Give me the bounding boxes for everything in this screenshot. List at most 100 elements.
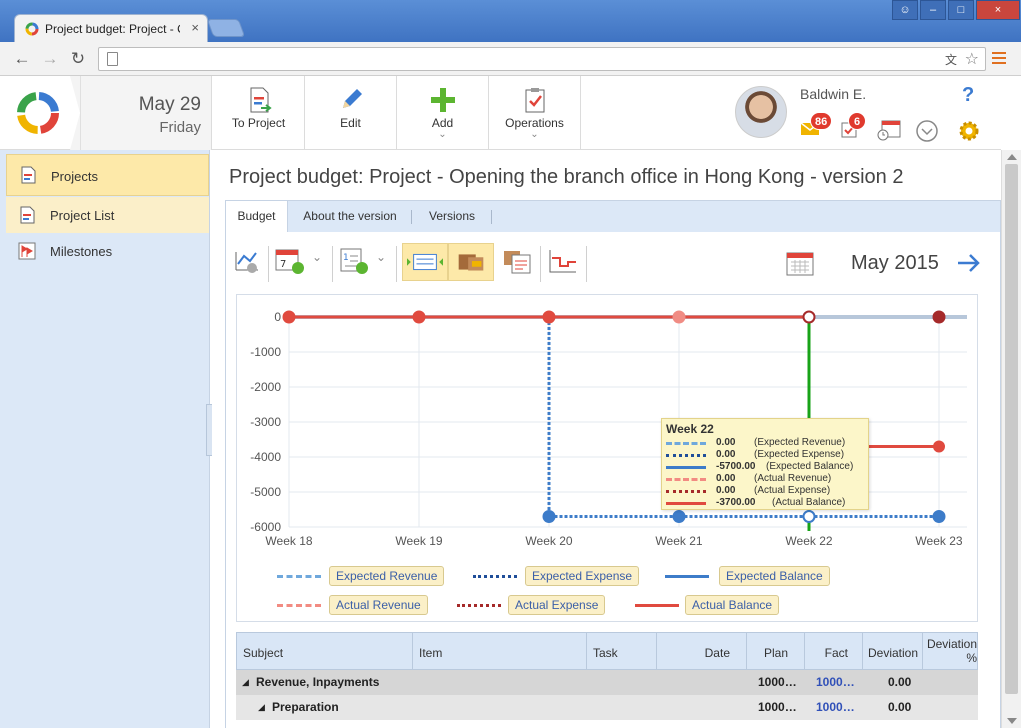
wallet-icon[interactable] [448, 243, 494, 281]
column-header-task[interactable]: Task [587, 633, 657, 671]
toolbar-divider [268, 246, 269, 282]
legend-swatch-actual-expense [457, 604, 501, 607]
address-bar[interactable]: 文 ☆ [98, 47, 986, 71]
add-button[interactable]: Add ⌄ [397, 76, 489, 150]
legend-swatch-actual-balance [635, 604, 679, 607]
table-row[interactable]: ◢ Preparation 1000… 1000… 0.00 [236, 695, 978, 720]
column-header-deviation-percent[interactable]: Deviation % [923, 633, 979, 671]
column-label: Plan [763, 646, 788, 660]
date-weekday: Friday [159, 119, 201, 136]
arrow-right-icon[interactable] [956, 252, 982, 274]
new-tab-button[interactable] [206, 19, 246, 37]
tab-budget[interactable]: Budget [226, 201, 288, 234]
page-scrollbar[interactable] [1001, 150, 1021, 728]
y-tick-label: -3000 [250, 415, 281, 429]
task-count-badge: 6 [848, 112, 866, 130]
calendar-clock-icon[interactable] [876, 119, 902, 141]
scroll-thumb[interactable] [1005, 164, 1018, 694]
tooltip-series: (Actual Expense) [754, 485, 831, 496]
legend-actual-expense[interactable]: Actual Expense [508, 595, 606, 615]
sidebar-item-projects[interactable]: Projects [6, 154, 209, 196]
row-plan: 1000… [758, 675, 797, 689]
column-header-subject[interactable]: Subject [237, 633, 413, 671]
chart-view-icon[interactable] [230, 246, 264, 276]
actual-expense-swatch [666, 490, 706, 493]
legend-swatch-actual-revenue [277, 604, 321, 607]
page-title: Project budget: Project - Opening the br… [229, 166, 904, 188]
close-tab-icon[interactable]: × [191, 20, 199, 35]
chevron-down-circle-icon[interactable] [915, 119, 939, 143]
tooltip-value: 0.00 [716, 449, 736, 460]
scroll-down-icon[interactable] [1007, 718, 1017, 724]
expand-triangle-icon[interactable]: ◢ [242, 677, 249, 688]
browser-tab[interactable]: Project budget: Project - Op × [14, 14, 208, 42]
chevron-down-icon[interactable]: ⌄ [376, 250, 386, 264]
budget-chart: 0 -1000 -2000 -3000 -4000 -5000 -6000 Week 18 We… [236, 294, 978, 622]
minimize-icon[interactable]: – [920, 0, 946, 20]
app-logo[interactable] [0, 76, 80, 150]
user-name[interactable]: Baldwin E. [800, 86, 866, 102]
legend-expected-expense[interactable]: Expected Expense [525, 566, 640, 586]
numbered-list-refresh-icon[interactable]: 1 [338, 246, 372, 276]
maximize-icon[interactable]: □ [948, 0, 974, 20]
legend-actual-balance[interactable]: Actual Balance [685, 595, 780, 615]
column-header-item[interactable]: Item [413, 633, 587, 671]
operations-label: Operations [505, 116, 564, 130]
sidebar-item-project-list[interactable]: Project List [6, 197, 209, 233]
avatar[interactable] [735, 86, 787, 138]
reload-icon[interactable]: ↻ [68, 49, 88, 69]
column-header-plan[interactable]: Plan [747, 633, 805, 671]
browser-navbar: ← → ↻ 文 ☆ [0, 42, 1021, 76]
column-header-fact[interactable]: Fact [805, 633, 863, 671]
expand-triangle-icon[interactable]: ◢ [258, 702, 265, 713]
column-label: Task [593, 646, 618, 660]
chevron-down-icon[interactable]: ⌄ [312, 250, 322, 264]
tab-about-version[interactable]: About the version [290, 201, 410, 233]
tooltip-row: 0.00 (Expected Expense) [666, 449, 868, 461]
legend-expected-balance[interactable]: Expected Balance [719, 566, 830, 586]
forward-arrow-icon[interactable]: → [40, 49, 60, 69]
browser-menu-icon[interactable] [992, 52, 1006, 66]
scroll-up-icon[interactable] [1007, 154, 1017, 160]
column-label: Date [704, 646, 730, 660]
bookmark-star-icon[interactable]: ☆ [965, 49, 979, 69]
x-tick-label: Week 23 [915, 534, 962, 548]
milestones-icon [18, 242, 36, 260]
translate-icon[interactable]: 文 [945, 51, 957, 68]
table-row[interactable]: ◢ Revenue, Inpayments 1000… 1000… 0.00 [236, 670, 978, 695]
x-tick-label: Week 18 [265, 534, 312, 548]
user-switch-icon[interactable]: ☺ [892, 0, 918, 20]
row-fact[interactable]: 1000… [816, 700, 855, 714]
sidebar-item-milestones[interactable]: Milestones [6, 233, 209, 269]
legend-expected-revenue[interactable]: Expected Revenue [329, 566, 445, 586]
tooltip-series: (Actual Revenue) [754, 473, 832, 484]
column-label: Subject [243, 646, 284, 660]
back-arrow-icon[interactable]: ← [12, 49, 32, 69]
column-header-date[interactable]: Date [657, 633, 747, 671]
operations-button[interactable]: Operations ⌄ [489, 76, 581, 150]
tooltip-series: (Expected Expense) [754, 449, 845, 460]
step-chart-icon[interactable] [546, 246, 580, 276]
help-icon[interactable]: ? [962, 84, 974, 107]
money-report-icon[interactable] [500, 246, 534, 276]
tooltip-row: -3700.00 (Actual Balance) [666, 497, 868, 509]
to-project-button[interactable]: To Project [213, 76, 305, 150]
calendar-refresh-icon[interactable]: 7 [274, 246, 308, 276]
budget-table: Subject Item Task Date Plan Fact Deviati… [236, 632, 978, 728]
x-tick-label: Week 21 [655, 534, 702, 548]
expand-columns-icon[interactable] [402, 243, 448, 281]
data-point-actual-balance [542, 310, 556, 324]
tab-versions[interactable]: Versions [412, 201, 492, 233]
sidebar: Projects Project List Milestones [0, 150, 210, 728]
legend-actual-revenue[interactable]: Actual Revenue [329, 595, 428, 615]
legend-swatch-expected-balance [665, 575, 709, 578]
tooltip-title: Week 22 [666, 422, 714, 436]
row-fact[interactable]: 1000… [816, 675, 855, 689]
calendar-icon[interactable] [786, 250, 814, 276]
row-subject: Revenue, Inpayments [256, 675, 380, 689]
edit-button[interactable]: Edit [305, 76, 397, 150]
column-header-deviation[interactable]: Deviation [863, 633, 923, 671]
add-label: Add [431, 116, 454, 130]
close-window-icon[interactable]: × [976, 0, 1020, 20]
gear-icon[interactable] [958, 120, 980, 142]
